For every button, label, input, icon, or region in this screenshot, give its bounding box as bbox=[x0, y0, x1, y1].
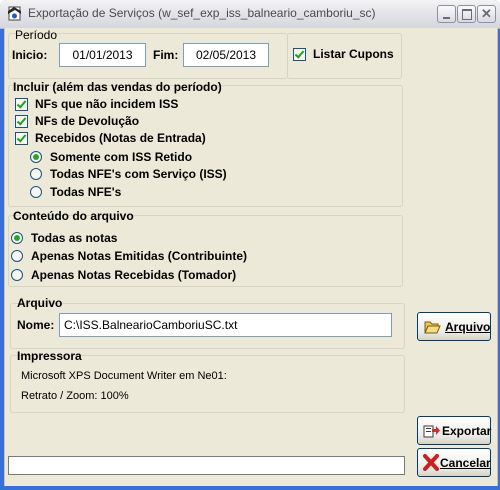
nf-devolucao-checkbox[interactable] bbox=[15, 115, 28, 128]
arquivo-legend: Arquivo bbox=[17, 296, 63, 310]
printer-name: Microsoft XPS Document Writer em Ne01: bbox=[21, 370, 227, 382]
todas-nfe-label[interactable]: Todas NFE's bbox=[50, 185, 121, 199]
todas-nfe-servico-label[interactable]: Todas NFE's com Serviço (ISS) bbox=[50, 167, 227, 181]
inicio-date-field[interactable]: 01/01/2013 bbox=[59, 43, 146, 67]
incluir-legend: Incluir (além das vendas do período) bbox=[13, 80, 222, 94]
folder-open-icon bbox=[424, 321, 441, 334]
todas-nfe-radio[interactable] bbox=[30, 186, 42, 198]
notas-emitidas-radio[interactable] bbox=[11, 250, 23, 262]
recebidos-checkbox[interactable] bbox=[15, 132, 28, 145]
dialog-window: Exportação de Serviços (w_sef_exp_iss_ba… bbox=[0, 0, 500, 490]
somente-iss-retido-radio[interactable] bbox=[30, 151, 42, 163]
nf-nao-incidem-iss-label[interactable]: NFs que não incidem ISS bbox=[35, 97, 178, 111]
cancelar-label: Cancelar bbox=[440, 456, 491, 470]
maximize-icon[interactable] bbox=[457, 5, 476, 23]
cancelar-button[interactable]: Cancelar bbox=[417, 448, 491, 477]
todas-notas-label[interactable]: Todas as notas bbox=[31, 231, 117, 245]
arquivo-nome-field[interactable]: C:\ISS.BalnearioCamboriuSC.txt bbox=[59, 313, 392, 337]
impressora-legend: Impressora bbox=[17, 349, 82, 363]
recebidos-label[interactable]: Recebidos (Notas de Entrada) bbox=[35, 131, 206, 145]
fim-label: Fim: bbox=[153, 48, 179, 62]
arquivo-button-label: Arquivo bbox=[445, 320, 491, 334]
todas-notas-radio[interactable] bbox=[11, 232, 23, 244]
listar-cupons-checkbox[interactable] bbox=[293, 48, 306, 61]
notas-recebidas-radio[interactable] bbox=[11, 269, 23, 281]
nome-label: Nome: bbox=[17, 318, 55, 332]
app-icon bbox=[8, 6, 21, 21]
status-bar bbox=[8, 456, 405, 475]
notas-recebidas-label[interactable]: Apenas Notas Recebidas (Tomador) bbox=[31, 268, 236, 282]
arquivo-button[interactable]: Arquivo bbox=[417, 312, 491, 341]
cancel-x-icon bbox=[423, 454, 439, 471]
window-title: Exportação de Serviços (w_sef_exp_iss_ba… bbox=[28, 6, 376, 20]
exportar-label: Exportar bbox=[442, 424, 492, 438]
fim-date-field[interactable]: 02/05/2013 bbox=[183, 43, 269, 67]
export-icon bbox=[423, 425, 440, 438]
notas-emitidas-label[interactable]: Apenas Notas Emitidas (Contribuinte) bbox=[31, 249, 247, 263]
conteudo-legend: Conteúdo do arquivo bbox=[13, 209, 134, 223]
somente-iss-retido-label[interactable]: Somente com ISS Retido bbox=[50, 150, 192, 164]
dialog-body: Período Inicio: 01/01/2013 Fim: 02/05/20… bbox=[4, 28, 498, 486]
printer-layout: Retrato / Zoom: 100% bbox=[21, 390, 129, 402]
nf-devolucao-label[interactable]: NFs de Devolução bbox=[35, 114, 139, 128]
inicio-label: Inicio: bbox=[12, 48, 48, 62]
nf-nao-incidem-iss-checkbox[interactable] bbox=[15, 98, 28, 111]
title-bar[interactable]: Exportação de Serviços (w_sef_exp_iss_ba… bbox=[0, 0, 500, 29]
close-icon[interactable]: ✕ bbox=[477, 5, 496, 23]
minimize-icon[interactable] bbox=[437, 5, 456, 23]
listar-cupons-label[interactable]: Listar Cupons bbox=[313, 47, 394, 61]
impressora-group bbox=[10, 355, 405, 413]
todas-nfe-servico-radio[interactable] bbox=[30, 168, 42, 180]
exportar-button[interactable]: Exportar bbox=[417, 416, 491, 445]
periodo-legend: Período bbox=[15, 28, 58, 42]
